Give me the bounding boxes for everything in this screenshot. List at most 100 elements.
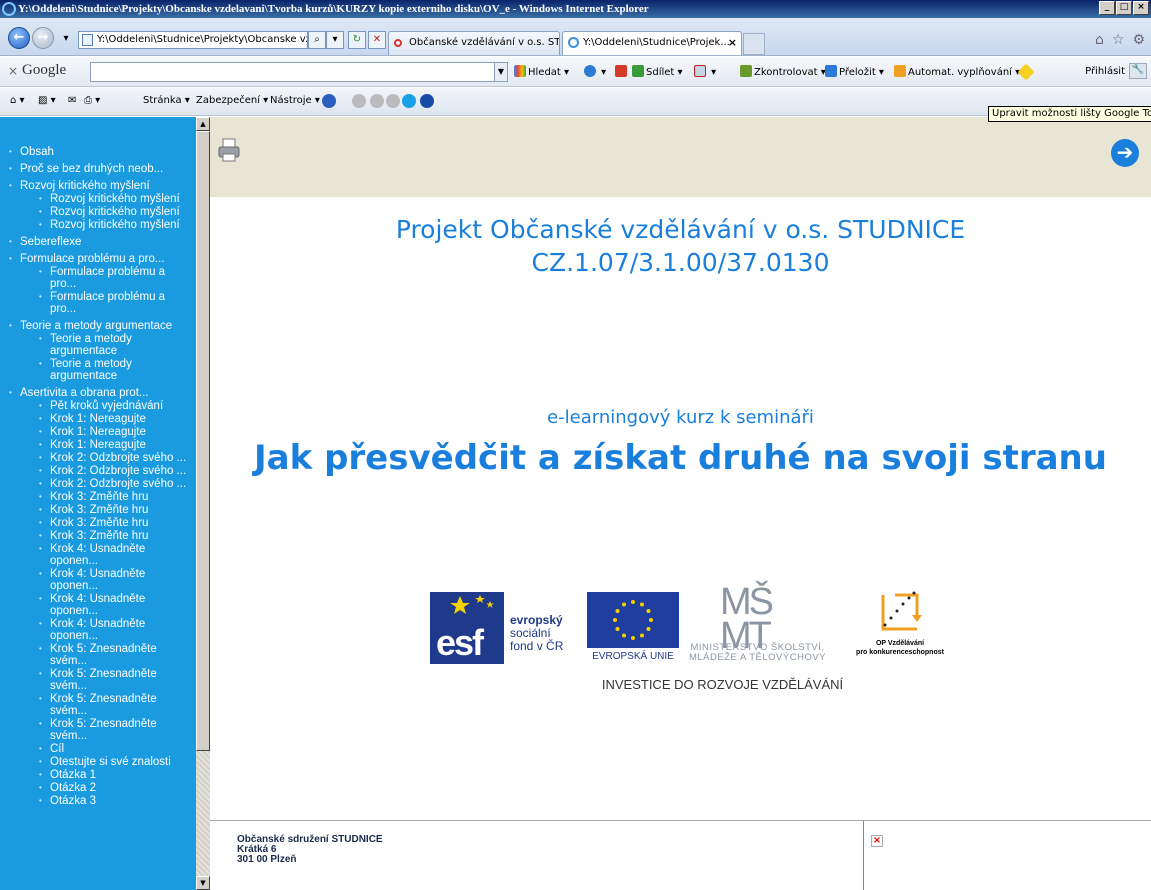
close-window-button[interactable]: × [1133,1,1149,15]
printer-icon[interactable] [218,137,240,163]
autofill-icon [894,65,906,77]
wrench-icon[interactable]: 🔧 [1129,63,1147,79]
course-toc-sidebar: Obsah Proč se bez druhých neob... Rozvoj k… [0,117,196,890]
popup-blocker-button[interactable]: ▾ [694,65,716,78]
google-toolbar: × Google ▼ Hledat ▾ ▾ Sdílet ▾ ▾ Zkontro… [0,57,1151,87]
toc-item[interactable]: Krok 3: Změňte hru [0,517,196,529]
addon-gear-icon[interactable] [352,94,366,108]
home-icon[interactable]: ⌂ [1095,32,1104,48]
toc-item[interactable]: Teorie a metody argumentace [0,358,196,382]
back-button[interactable]: ← [8,27,30,49]
translate-button[interactable]: Přeložit ▾ [825,65,884,78]
scrollbar-thumb[interactable] [196,131,210,751]
toc-item[interactable]: Obsah [0,146,196,158]
new-tab-button[interactable] [743,33,765,55]
toc-item[interactable]: Rozvoj kritického myšlení [0,206,196,218]
toc-item[interactable]: Sebereflexe [0,236,196,248]
scroll-down-button[interactable]: ▼ [196,876,210,890]
addon-gear-icon-3[interactable] [386,94,400,108]
stop-icon[interactable]: ✕ [368,31,386,49]
toc-item[interactable]: Krok 5: Znesnadněte svém... [0,643,196,667]
toc-item[interactable]: Krok 2: Odzbrojte svého ... [0,452,196,464]
toc-item[interactable]: Krok 4: Usnadněte oponen... [0,618,196,642]
spellcheck-button[interactable]: Zkontrolovat ▾ [740,65,826,78]
footer-divider [863,821,864,890]
footer-address: Občanské sdružení STUDNICE Krátká 6 301 … [237,835,383,865]
history-dropdown-icon[interactable]: ▾ [58,31,74,49]
toc-item[interactable]: Formulace problému a pro... [0,253,196,265]
toc-item[interactable]: Teorie a metody argumentace [0,320,196,332]
toc-item[interactable]: Asertivita a obrana prot... [0,387,196,399]
sign-in-button[interactable]: Přihlásit 🔧 [1085,63,1147,79]
toc-item[interactable]: Formulace problému a pro... [0,291,196,315]
toc-item[interactable]: Krok 1: Nereagujte [0,439,196,451]
skype-icon[interactable] [402,94,416,108]
toc-item[interactable]: Krok 4: Usnadněte oponen... [0,593,196,617]
toc-item[interactable]: Krok 3: Změňte hru [0,530,196,542]
scroll-up-button[interactable]: ▲ [196,117,210,131]
toc-item[interactable]: Otestujte si své znalosti [0,756,196,768]
google-search-input[interactable] [90,62,502,82]
toc-item[interactable]: Otázka 1 [0,769,196,781]
toc-item[interactable]: Rozvoj kritického myšlení [0,193,196,205]
toc-item[interactable]: Krok 3: Změňte hru [0,504,196,516]
toc-item[interactable]: Otázka 3 [0,795,196,807]
mail-icon[interactable]: ✉ [68,95,76,106]
search-icon[interactable]: ⌕ [308,31,326,49]
print-dropdown[interactable]: ⎙ ▾ [84,95,100,106]
google-search-button[interactable]: Hledat ▾ [514,65,569,78]
toc-item[interactable]: Krok 1: Nereagujte [0,413,196,425]
toc-item[interactable]: Krok 4: Usnadněte oponen... [0,568,196,592]
esf-logo: esf evropský sociální fond v ČR [430,592,575,664]
tab-local-file[interactable]: Y:\Oddeleni\Studnice\Projek... × [562,31,742,55]
toc-item[interactable]: Krok 5: Znesnadněte svém... [0,668,196,692]
toc-item[interactable]: Krok 2: Odzbrojte svého ... [0,465,196,477]
window-title-bar: Y:\Oddeleni\Studnice\Projekty\Obcanske v… [0,0,1151,18]
esf-mark-text: esf [436,622,484,663]
gear-icon[interactable]: ⚙ [1132,32,1145,48]
minimize-button[interactable]: _ [1099,1,1115,15]
sidebar-scrollbar[interactable]: ▲ ▼ [196,117,210,890]
close-toolbar-icon[interactable]: × [8,64,18,78]
toc-item[interactable]: Krok 4: Usnadněte oponen... [0,543,196,567]
bluetooth-icon[interactable] [420,94,434,108]
toc-item[interactable]: Krok 5: Znesnadněte svém... [0,693,196,717]
favorites-star-icon[interactable]: ☆ [1112,32,1125,48]
forward-button[interactable]: → [32,27,54,49]
op-name: OP Vzdělávání pro konkurenceschopnost [856,640,944,656]
security-menu[interactable]: Zabezpečení ▾ [196,95,268,106]
toc-item[interactable]: Rozvoj kritického myšlení [0,219,196,231]
bookmarks-button[interactable]: ▾ [584,65,606,78]
toc-item[interactable]: Krok 1: Nereagujte [0,426,196,438]
refresh-icon[interactable]: ↻ [348,31,366,49]
search-dropdown-icon[interactable]: ▼ [494,62,508,82]
autofill-button[interactable]: Automat. vyplňování ▾ [894,65,1020,78]
toc-item[interactable]: Pět kroků vyjednávání [0,400,196,412]
toc-item[interactable]: Formulace problému a pro... [0,266,196,290]
tools-menu[interactable]: Nástroje ▾ [270,95,320,106]
close-tab-icon[interactable]: × [728,32,737,54]
next-page-arrow-icon[interactable]: ➔ [1111,139,1139,167]
maximize-button[interactable]: □ [1116,1,1132,15]
toc-item[interactable]: Krok 5: Znesnadněte svém... [0,718,196,742]
address-dropdown-icon[interactable]: ▾ [326,31,344,49]
toc-item[interactable]: Cíl [0,743,196,755]
toc-item[interactable]: Rozvoj kritického myšlení [0,180,196,192]
addon-gear-icon-2[interactable] [370,94,384,108]
page-menu[interactable]: Stránka ▾ [143,95,190,106]
command-bar: ⌂ ▾ ▨ ▾ ✉ ⎙ ▾ Stránka ▾ Zabezpečení ▾ Ná… [0,88,1151,116]
toc-item[interactable]: Krok 2: Odzbrojte svého ... [0,478,196,490]
toc-item[interactable]: Otázka 2 [0,782,196,794]
translate-icon [825,65,837,77]
toc-item[interactable]: Teorie a metody argumentace [0,333,196,357]
google-plus-icon[interactable] [615,65,627,77]
spellcheck-icon [740,65,752,77]
feeds-dropdown[interactable]: ▨ ▾ [38,95,56,106]
toc-item[interactable]: Krok 3: Změňte hru [0,491,196,503]
help-icon[interactable] [322,94,336,108]
home-dropdown[interactable]: ⌂ ▾ [10,95,25,106]
toc-item[interactable]: Proč se bez druhých neob... [0,163,196,175]
share-button[interactable]: Sdílet ▾ [632,65,683,78]
address-bar[interactable]: Y:\Oddeleni\Studnice\Projekty\Obcanske v… [78,31,308,49]
tab-studnice[interactable]: Občanské vzdělávání v o.s. STU... [388,31,560,55]
